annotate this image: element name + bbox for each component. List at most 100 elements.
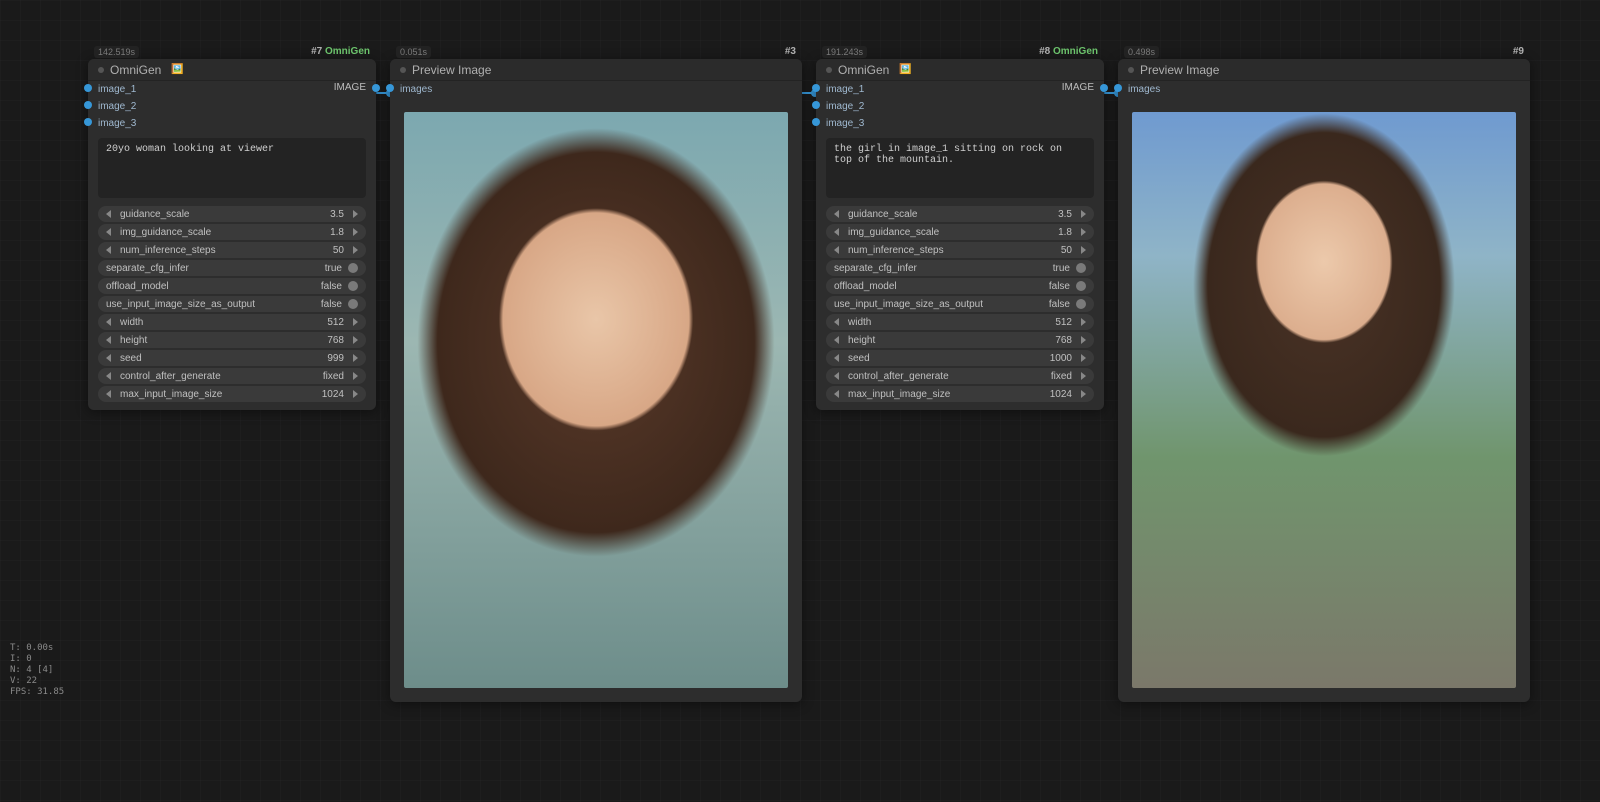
preview-image-2[interactable] — [1132, 112, 1516, 688]
decrement-icon[interactable] — [834, 372, 839, 380]
toggle-value: false — [321, 299, 342, 310]
toggle-separate_cfg_infer[interactable]: separate_cfg_infer true — [826, 260, 1094, 276]
input-port-image-1[interactable] — [84, 84, 92, 92]
toggle-use_input_image_size_as_output[interactable]: use_input_image_size_as_output false — [98, 296, 366, 312]
node-title-bar[interactable]: Preview Image — [390, 59, 802, 81]
decrement-icon[interactable] — [106, 390, 111, 398]
collapse-dot-icon[interactable] — [98, 67, 104, 73]
node-title-bar[interactable]: OmniGen 🖼️ — [88, 59, 376, 81]
decrement-icon[interactable] — [834, 354, 839, 362]
input-port-image-2[interactable] — [812, 101, 820, 109]
param-img_guidance_scale[interactable]: img_guidance_scale 1.8 — [826, 224, 1094, 240]
param-control_after_generate[interactable]: control_after_generate fixed — [98, 368, 366, 384]
param-num_inference_steps[interactable]: num_inference_steps 50 — [98, 242, 366, 258]
param-height[interactable]: height 768 — [98, 332, 366, 348]
input-label: image_3 — [88, 117, 376, 130]
decrement-icon[interactable] — [106, 336, 111, 344]
param-label: height — [848, 335, 875, 346]
increment-icon[interactable] — [1081, 354, 1086, 362]
increment-icon[interactable] — [1081, 228, 1086, 236]
input-port-image-3[interactable] — [812, 118, 820, 126]
param-height[interactable]: height 768 — [826, 332, 1094, 348]
decrement-icon[interactable] — [834, 390, 839, 398]
collapse-dot-icon[interactable] — [826, 67, 832, 73]
prompt-input[interactable]: the girl in image_1 sitting on rock on t… — [826, 138, 1094, 198]
toggle-offload_model[interactable]: offload_model false — [826, 278, 1094, 294]
param-label: height — [120, 335, 147, 346]
output-port-image[interactable] — [1100, 84, 1108, 92]
node-preview-1[interactable]: 0.051s #3 Preview Image images — [390, 59, 802, 702]
preview-image-1[interactable] — [404, 112, 788, 688]
output-port-image[interactable] — [372, 84, 380, 92]
decrement-icon[interactable] — [834, 210, 839, 218]
toggle-label: separate_cfg_infer — [834, 263, 917, 274]
decrement-icon[interactable] — [106, 372, 111, 380]
decrement-icon[interactable] — [106, 228, 111, 236]
param-label: img_guidance_scale — [120, 227, 211, 238]
increment-icon[interactable] — [353, 390, 358, 398]
param-value: 999 — [327, 353, 344, 364]
input-port-images[interactable] — [386, 84, 394, 92]
param-max_input_image_size[interactable]: max_input_image_size 1024 — [826, 386, 1094, 402]
param-value: 1.8 — [330, 227, 344, 238]
param-img_guidance_scale[interactable]: img_guidance_scale 1.8 — [98, 224, 366, 240]
node-title-bar[interactable]: OmniGen 🖼️ — [816, 59, 1104, 81]
param-width[interactable]: width 512 — [826, 314, 1094, 330]
node-omnigen-1[interactable]: 142.519s #7 OmniGen OmniGen 🖼️ image_1 I… — [88, 59, 376, 410]
collapse-dot-icon[interactable] — [1128, 67, 1134, 73]
input-port-image-2[interactable] — [84, 101, 92, 109]
param-guidance_scale[interactable]: guidance_scale 3.5 — [826, 206, 1094, 222]
node-omnigen-2[interactable]: 191.243s #8 OmniGen OmniGen 🖼️ image_1 I… — [816, 59, 1104, 410]
param-label: seed — [120, 353, 142, 364]
param-num_inference_steps[interactable]: num_inference_steps 50 — [826, 242, 1094, 258]
input-port-image-3[interactable] — [84, 118, 92, 126]
increment-icon[interactable] — [1081, 372, 1086, 380]
toggle-knob-icon — [1076, 299, 1086, 309]
collapse-dot-icon[interactable] — [400, 67, 406, 73]
node-title: OmniGen — [110, 59, 161, 81]
decrement-icon[interactable] — [106, 318, 111, 326]
param-value: fixed — [1051, 371, 1072, 382]
increment-icon[interactable] — [353, 228, 358, 236]
node-time-badge: 191.243s — [822, 46, 867, 58]
increment-icon[interactable] — [353, 318, 358, 326]
toggle-knob-icon — [348, 281, 358, 291]
increment-icon[interactable] — [1081, 336, 1086, 344]
param-value: 768 — [1055, 335, 1072, 346]
decrement-icon[interactable] — [834, 336, 839, 344]
node-time-badge: 0.051s — [396, 46, 431, 58]
increment-icon[interactable] — [1081, 210, 1086, 218]
param-label: max_input_image_size — [848, 389, 950, 400]
decrement-icon[interactable] — [834, 318, 839, 326]
param-width[interactable]: width 512 — [98, 314, 366, 330]
increment-icon[interactable] — [353, 246, 358, 254]
param-seed[interactable]: seed 999 — [98, 350, 366, 366]
decrement-icon[interactable] — [834, 228, 839, 236]
node-preview-2[interactable]: 0.498s #9 Preview Image images — [1118, 59, 1530, 702]
param-max_input_image_size[interactable]: max_input_image_size 1024 — [98, 386, 366, 402]
toggle-offload_model[interactable]: offload_model false — [98, 278, 366, 294]
input-port-image-1[interactable] — [812, 84, 820, 92]
increment-icon[interactable] — [353, 336, 358, 344]
increment-icon[interactable] — [1081, 390, 1086, 398]
decrement-icon[interactable] — [106, 210, 111, 218]
toggle-use_input_image_size_as_output[interactable]: use_input_image_size_as_output false — [826, 296, 1094, 312]
param-seed[interactable]: seed 1000 — [826, 350, 1094, 366]
toggle-value: false — [1049, 281, 1070, 292]
param-guidance_scale[interactable]: guidance_scale 3.5 — [98, 206, 366, 222]
node-title: Preview Image — [1140, 59, 1219, 81]
increment-icon[interactable] — [1081, 246, 1086, 254]
prompt-input[interactable]: 20yo woman looking at viewer — [98, 138, 366, 198]
param-control_after_generate[interactable]: control_after_generate fixed — [826, 368, 1094, 384]
node-title-bar[interactable]: Preview Image — [1118, 59, 1530, 81]
decrement-icon[interactable] — [834, 246, 839, 254]
image-icon: 🖼️ — [171, 59, 183, 81]
decrement-icon[interactable] — [106, 246, 111, 254]
decrement-icon[interactable] — [106, 354, 111, 362]
increment-icon[interactable] — [353, 372, 358, 380]
input-port-images[interactable] — [1114, 84, 1122, 92]
toggle-separate_cfg_infer[interactable]: separate_cfg_infer true — [98, 260, 366, 276]
increment-icon[interactable] — [353, 354, 358, 362]
increment-icon[interactable] — [1081, 318, 1086, 326]
increment-icon[interactable] — [353, 210, 358, 218]
